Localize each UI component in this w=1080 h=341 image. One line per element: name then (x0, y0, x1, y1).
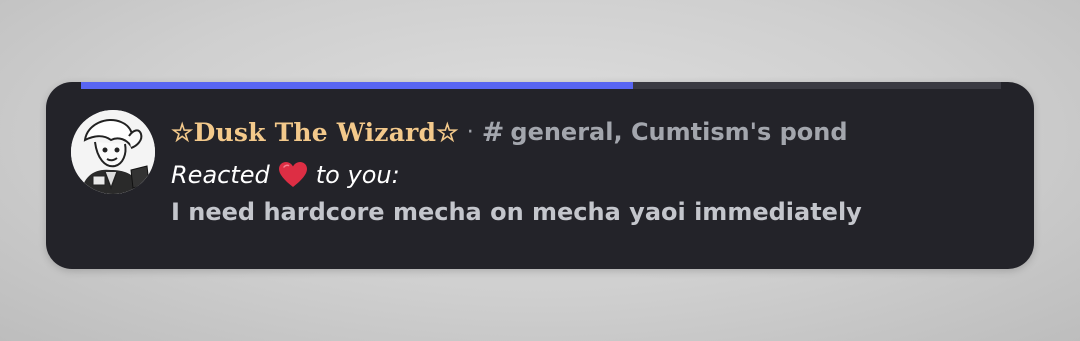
author-name[interactable]: ☆Dusk The Wizard☆ (171, 118, 459, 147)
channel-name[interactable]: general, Cumtism's pond (510, 118, 847, 146)
notification-toast[interactable]: ☆Dusk The Wizard☆ · # general, Cumtism's… (46, 82, 1034, 269)
avatar-image (71, 110, 155, 194)
notification-content: ☆Dusk The Wizard☆ · # general, Cumtism's… (171, 112, 1014, 227)
notification-header: ☆Dusk The Wizard☆ · # general, Cumtism's… (171, 112, 1014, 152)
dismiss-progress-bar (81, 82, 1001, 89)
separator-dot: · (466, 119, 474, 145)
reaction-prefix: Reacted (171, 161, 270, 189)
hash-icon: # (481, 116, 505, 148)
message-preview: I need hardcore mecha on mecha yaoi imme… (171, 198, 862, 226)
red-heart-icon (278, 161, 308, 189)
dismiss-progress-fill (81, 82, 633, 89)
avatar[interactable] (71, 110, 155, 194)
reaction-line: Reacted to you: (171, 158, 1014, 192)
reaction-suffix: to you: (315, 161, 400, 189)
